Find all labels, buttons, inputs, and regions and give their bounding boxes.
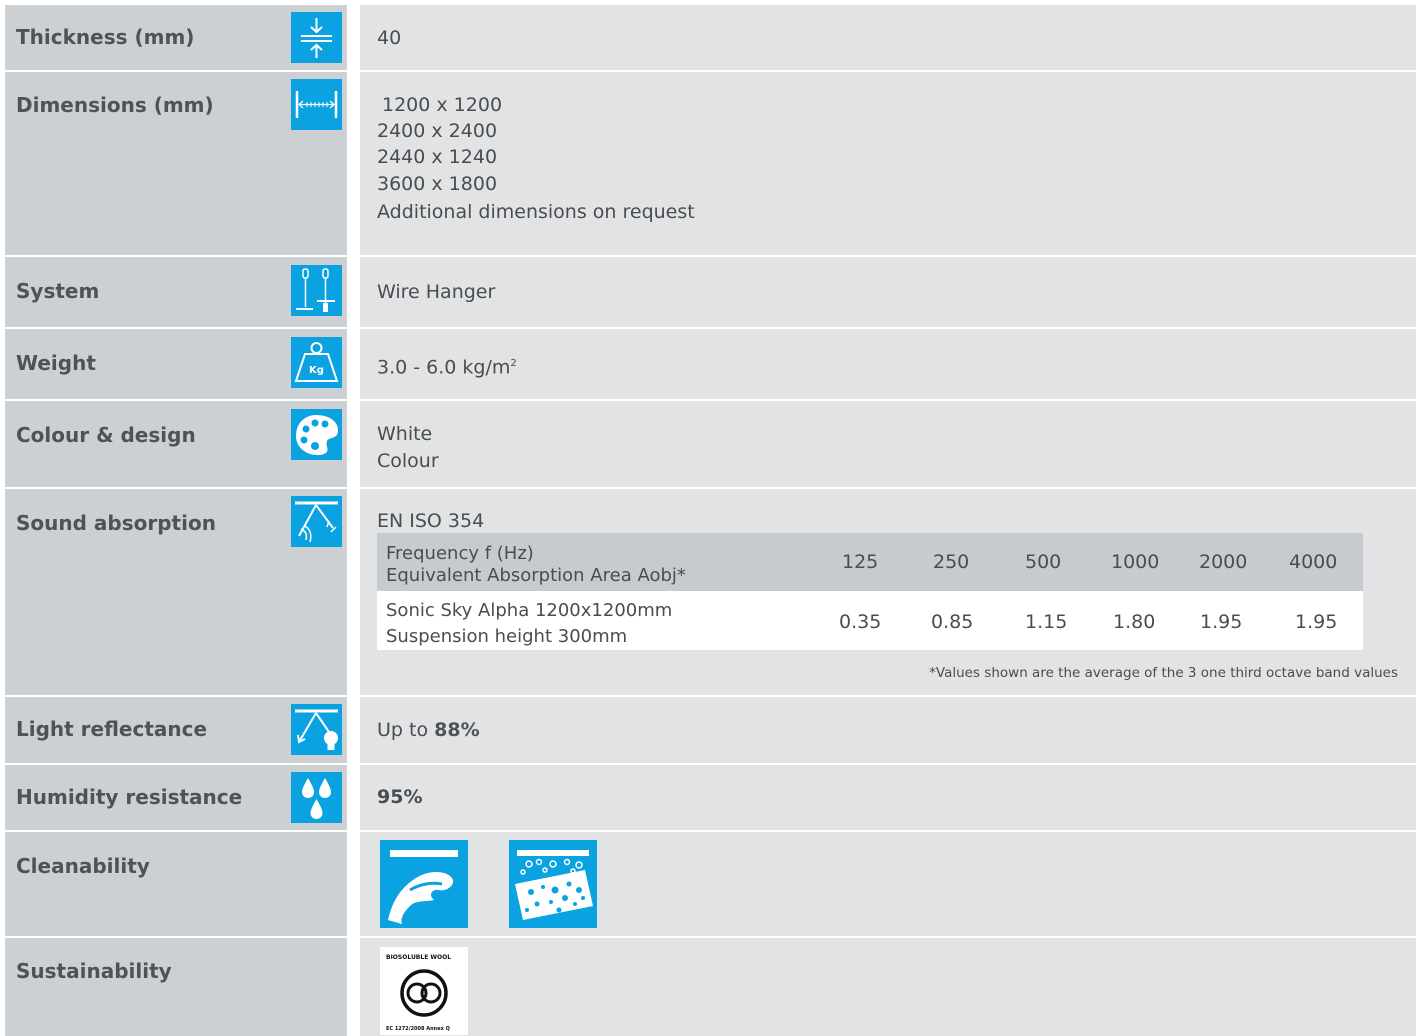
thickness-icon <box>291 12 342 63</box>
value-cell: 1200 x 1200 2400 x 2400 2440 x 1240 3600… <box>360 72 1416 255</box>
dimension-line: 1200 x 1200 <box>382 94 503 116</box>
light-percentage: 88% <box>434 719 480 741</box>
label-thickness: Thickness (mm) <box>16 25 195 49</box>
label-cell: Thickness (mm) <box>5 5 347 70</box>
absorption-header-row: Frequency f (Hz) Equivalent Absorption A… <box>377 533 1363 591</box>
absorption-value: 1.95 <box>1200 611 1243 633</box>
svg-text:Kg: Kg <box>309 365 324 376</box>
value-cell <box>360 832 1416 936</box>
absorption-value: 1.15 <box>1025 611 1068 633</box>
absorption-table: Frequency f (Hz) Equivalent Absorption A… <box>377 533 1363 650</box>
label-light: Light reflectance <box>16 717 208 741</box>
badge-footer: EC 1272/2008 Annex Q <box>386 1026 450 1032</box>
weight-text: 3.0 - 6.0 kg/m <box>377 356 511 379</box>
weight-superscript: 2 <box>510 358 517 369</box>
absorption-value-row: Sonic Sky Alpha 1200x1200mm Suspension h… <box>377 591 1363 650</box>
frequency-cell: 2000 <box>1199 551 1248 573</box>
row-sound: Sound absorption EN ISO 354 Frequency f … <box>0 489 1416 695</box>
value-cell: 40 <box>360 5 1416 70</box>
row-dimensions: Dimensions (mm) 1200 x 1200 2400 x 2400 … <box>0 72 1416 255</box>
dimension-line: 3600 x 1800 <box>377 173 498 195</box>
label-system: System <box>16 279 100 303</box>
dimension-line: Additional dimensions on request <box>377 201 695 223</box>
frequency-cell: 4000 <box>1289 551 1338 573</box>
thickness-value: 40 <box>377 27 402 49</box>
light-value: Up to 88% <box>377 717 480 744</box>
label-cell: Sound absorption <box>5 489 347 695</box>
row-colour: Colour & design White Colour <box>0 401 1416 487</box>
absorption-area-label: Equivalent Absorption Area Aobj* <box>386 565 686 586</box>
absorption-value: 1.80 <box>1113 611 1156 633</box>
suspension-height: Suspension height 300mm <box>386 626 628 647</box>
light-prefix: Up to <box>377 719 429 741</box>
row-system: System Wire Hanger <box>0 257 1416 327</box>
label-clean: Cleanability <box>16 854 150 878</box>
system-value: Wire Hanger <box>377 281 496 303</box>
label-weight: Weight <box>16 351 96 375</box>
label-sustain: Sustainability <box>16 959 172 983</box>
dimension-line: 2440 x 1240 <box>377 146 498 168</box>
absorption-footnote: *Values shown are the average of the 3 o… <box>929 665 1398 681</box>
row-clean: Cleanability <box>0 832 1416 936</box>
label-humidity: Humidity resistance <box>16 785 243 809</box>
row-weight: Weight Kg 3.0 - 6.0 kg/m2 <box>0 329 1416 399</box>
wipe-clean-icon <box>380 840 468 928</box>
value-cell: BIOSOLUBLE WOOL EC 1272/2008 Annex Q <box>360 938 1416 1036</box>
label-cell: Light reflectance <box>5 697 347 763</box>
label-cell: Dimensions (mm) <box>5 72 347 255</box>
value-cell: Up to 88% <box>360 697 1416 763</box>
absorption-value: 1.95 <box>1295 611 1338 633</box>
light-reflectance-icon <box>291 704 342 755</box>
product-spec-table: Thickness (mm) 40 Dimensions (mm) 1200 x… <box>0 0 1416 1036</box>
row-humidity: Humidity resistance 95% <box>0 765 1416 830</box>
colour-line: Colour <box>377 450 439 472</box>
humidity-icon <box>291 772 342 823</box>
label-cell: Sustainability <box>5 938 347 1036</box>
biosoluble-wool-badge: BIOSOLUBLE WOOL EC 1272/2008 Annex Q <box>380 947 468 1035</box>
label-cell: System <box>5 257 347 327</box>
sound-standard: EN ISO 354 <box>377 510 485 532</box>
label-dimensions: Dimensions (mm) <box>16 93 214 117</box>
colour-line: White <box>377 423 433 445</box>
label-cell: Cleanability <box>5 832 347 936</box>
frequency-label: Frequency f (Hz) <box>386 543 534 564</box>
sponge-clean-icon <box>509 840 597 928</box>
product-name: Sonic Sky Alpha 1200x1200mm <box>386 600 673 621</box>
value-cell: White Colour <box>360 401 1416 487</box>
row-thickness: Thickness (mm) 40 <box>0 5 1416 70</box>
weight-icon: Kg <box>291 337 342 388</box>
value-cell: 3.0 - 6.0 kg/m2 <box>360 329 1416 399</box>
frequency-cell: 1000 <box>1111 551 1160 573</box>
absorption-value: 0.85 <box>931 611 974 633</box>
absorption-value: 0.35 <box>839 611 882 633</box>
value-cell: EN ISO 354 Frequency f (Hz) Equivalent A… <box>360 489 1416 695</box>
palette-icon <box>291 409 342 460</box>
value-cell: 95% <box>360 765 1416 830</box>
value-cell: Wire Hanger <box>360 257 1416 327</box>
wire-hanger-icon <box>291 265 342 316</box>
frequency-cell: 250 <box>933 551 970 573</box>
weight-value: 3.0 - 6.0 kg/m2 <box>377 351 517 381</box>
label-colour: Colour & design <box>16 423 196 447</box>
frequency-cell: 125 <box>842 551 879 573</box>
label-cell: Weight Kg <box>5 329 347 399</box>
label-cell: Colour & design <box>5 401 347 487</box>
dimensions-icon <box>291 79 342 130</box>
row-sustain: Sustainability BIOSOLUBLE WOOL EC 1272/2… <box>0 938 1416 1036</box>
row-light: Light reflectance Up to 88% <box>0 697 1416 763</box>
humidity-value: 95% <box>377 786 423 808</box>
sound-absorption-icon <box>291 496 342 547</box>
badge-title: BIOSOLUBLE WOOL <box>386 954 451 961</box>
dimension-line: 2400 x 2400 <box>377 120 498 142</box>
label-sound: Sound absorption <box>16 511 216 535</box>
frequency-cell: 500 <box>1025 551 1062 573</box>
label-cell: Humidity resistance <box>5 765 347 830</box>
